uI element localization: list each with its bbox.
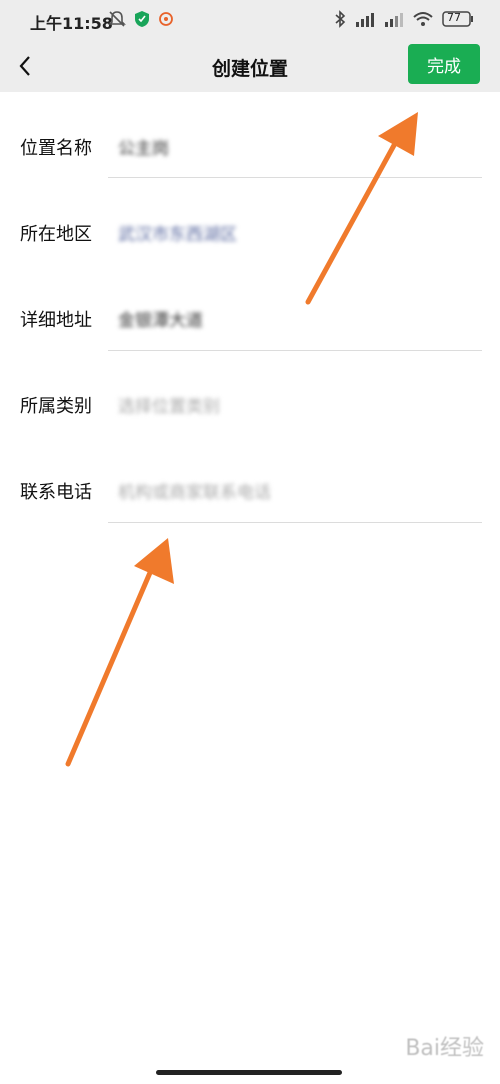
annotation-arrow-top bbox=[305, 112, 418, 305]
home-indicator bbox=[156, 1070, 342, 1075]
annotation-arrow-bottom bbox=[65, 538, 174, 767]
watermark: Bai经验 bbox=[405, 1036, 484, 1061]
annotation-arrows bbox=[65, 112, 418, 767]
